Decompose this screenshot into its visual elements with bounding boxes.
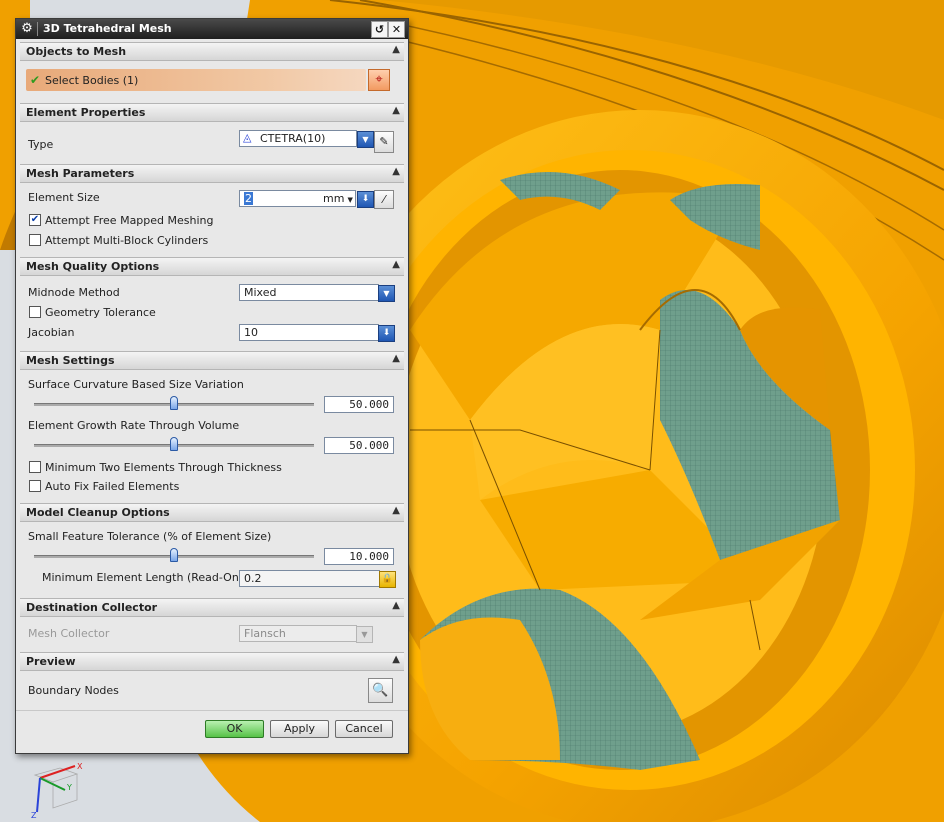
chevron-up-icon[interactable]: ▲ xyxy=(392,105,400,116)
footer-divider xyxy=(16,710,408,711)
chevron-up-icon[interactable]: ▲ xyxy=(392,353,400,364)
geometry-tolerance-label: Geometry Tolerance xyxy=(45,306,156,319)
section-mesh-quality[interactable]: Mesh Quality Options ▲ xyxy=(20,257,404,276)
apply-button[interactable]: Apply xyxy=(270,720,329,738)
select-bodies-bar[interactable]: ✔ Select Bodies (1) xyxy=(26,69,366,91)
chevron-down-icon[interactable]: ▼ xyxy=(378,285,395,302)
size-tool-icon[interactable]: ⁄ xyxy=(374,190,394,209)
unit-dropdown-icon: ▼ xyxy=(347,196,353,204)
axis-z-label: Z xyxy=(31,811,37,820)
mesh-collector-value: Flansch xyxy=(244,627,286,640)
curvature-value: 50.000 xyxy=(349,398,389,411)
element-type-select[interactable]: ◬ CTETRA(10) xyxy=(239,130,357,147)
small-feature-slider-thumb[interactable] xyxy=(170,548,178,562)
curvature-input[interactable]: 50.000 xyxy=(324,396,394,413)
chevron-up-icon[interactable]: ▲ xyxy=(392,259,400,270)
type-label: Type xyxy=(28,138,54,151)
midnode-select[interactable]: Mixed xyxy=(239,284,379,301)
titlebar-separator xyxy=(37,22,38,36)
element-type-value: CTETRA(10) xyxy=(260,132,326,145)
section-header-label: Objects to Mesh xyxy=(26,45,127,58)
jacobian-label: Jacobian xyxy=(28,326,75,339)
boundary-nodes-label: Boundary Nodes xyxy=(28,684,119,697)
small-feature-input[interactable]: 10.000 xyxy=(324,548,394,565)
unit-value: mm xyxy=(323,192,345,205)
magnifier-icon[interactable]: 🔍 xyxy=(368,678,393,703)
section-element-properties[interactable]: Element Properties ▲ xyxy=(20,103,404,122)
growth-label: Element Growth Rate Through Volume xyxy=(28,419,240,432)
select-bodies-label: Select Bodies (1) xyxy=(45,74,139,87)
free-mapped-label: Attempt Free Mapped Meshing xyxy=(45,214,214,227)
mesh-collector-label: Mesh Collector xyxy=(28,627,110,640)
reset-icon[interactable]: ↺ xyxy=(371,21,388,38)
section-destination-collector[interactable]: Destination Collector ▲ xyxy=(20,598,404,617)
section-model-cleanup[interactable]: Model Cleanup Options ▲ xyxy=(20,503,404,522)
small-feature-value: 10.000 xyxy=(349,550,389,563)
growth-slider-thumb[interactable] xyxy=(170,437,178,451)
min-length-label: Minimum Element Length (Read-Only) xyxy=(42,571,253,584)
multiblock-label: Attempt Multi-Block Cylinders xyxy=(45,234,209,247)
section-header-label: Mesh Parameters xyxy=(26,167,135,180)
min-length-value: 0.2 xyxy=(244,572,262,585)
curvature-label: Surface Curvature Based Size Variation xyxy=(28,378,244,391)
element-size-input[interactable]: 2 xyxy=(239,190,322,207)
checkmark-icon: ✔ xyxy=(30,73,41,87)
midnode-label: Midnode Method xyxy=(28,286,120,299)
ok-button[interactable]: OK xyxy=(205,720,264,738)
chevron-up-icon[interactable]: ▲ xyxy=(392,166,400,177)
chevron-down-icon: ▼ xyxy=(356,626,373,643)
growth-value: 50.000 xyxy=(349,439,389,452)
small-feature-label: Small Feature Tolerance (% of Element Si… xyxy=(28,530,272,543)
tetrahedral-mesh-dialog: ⚙ 3D Tetrahedral Mesh ↺ ✕ Objects to Mes… xyxy=(15,18,409,754)
element-size-value: 2 xyxy=(244,192,253,205)
axis-triad: X Y Z xyxy=(31,762,83,820)
section-header-label: Model Cleanup Options xyxy=(26,506,170,519)
section-preview[interactable]: Preview ▲ xyxy=(20,652,404,671)
section-header-label: Destination Collector xyxy=(26,601,158,614)
dialog-title: 3D Tetrahedral Mesh xyxy=(43,22,172,35)
element-properties-edit-icon[interactable]: ✎ xyxy=(374,131,394,153)
chevron-down-icon[interactable]: ▼ xyxy=(357,131,374,148)
autofix-checkbox[interactable] xyxy=(29,480,41,492)
chevron-up-icon[interactable]: ▲ xyxy=(392,600,400,611)
free-mapped-checkbox[interactable]: ✔ xyxy=(29,214,41,226)
min-two-elements-label: Minimum Two Elements Through Thickness xyxy=(45,461,282,474)
cancel-button[interactable]: Cancel xyxy=(335,720,393,738)
tetra-element-icon: ◬ xyxy=(243,131,252,144)
section-mesh-parameters[interactable]: Mesh Parameters ▲ xyxy=(20,164,404,183)
gear-icon[interactable]: ⚙ xyxy=(19,21,35,37)
lock-icon: 🔒 xyxy=(379,571,396,588)
close-icon[interactable]: ✕ xyxy=(388,21,405,38)
midnode-value: Mixed xyxy=(244,286,277,299)
chevron-up-icon[interactable]: ▲ xyxy=(392,654,400,665)
axis-x-label: X xyxy=(77,762,83,771)
autofix-label: Auto Fix Failed Elements xyxy=(45,480,180,493)
jacobian-input[interactable]: 10 xyxy=(239,324,379,341)
chevron-up-icon[interactable]: ▲ xyxy=(392,505,400,516)
section-header-label: Mesh Settings xyxy=(26,354,115,367)
curvature-slider-thumb[interactable] xyxy=(170,396,178,410)
section-mesh-settings[interactable]: Mesh Settings ▲ xyxy=(20,351,404,370)
element-size-label: Element Size xyxy=(28,191,100,204)
axis-y-label: Y xyxy=(66,783,72,792)
multiblock-checkbox[interactable] xyxy=(29,234,41,246)
section-header-label: Element Properties xyxy=(26,106,146,119)
geometry-tolerance-checkbox[interactable] xyxy=(29,306,41,318)
growth-input[interactable]: 50.000 xyxy=(324,437,394,454)
section-objects-to-mesh[interactable]: Objects to Mesh ▲ xyxy=(20,42,404,61)
crosshair-select-icon[interactable]: ⌖ xyxy=(368,69,390,91)
dialog-titlebar[interactable]: ⚙ 3D Tetrahedral Mesh ↺ ✕ xyxy=(16,19,408,39)
expression-menu-icon[interactable]: ⬇ xyxy=(357,191,374,208)
chevron-up-icon[interactable]: ▲ xyxy=(392,44,400,55)
section-header-label: Mesh Quality Options xyxy=(26,260,160,273)
section-header-label: Preview xyxy=(26,655,76,668)
expression-menu-icon[interactable]: ⬇ xyxy=(378,325,395,342)
mesh-collector-select: Flansch xyxy=(239,625,357,642)
unit-select[interactable]: mm ▼ xyxy=(321,190,356,207)
jacobian-value: 10 xyxy=(244,326,258,339)
min-length-input: 0.2 xyxy=(239,570,380,587)
min-two-elements-checkbox[interactable] xyxy=(29,461,41,473)
